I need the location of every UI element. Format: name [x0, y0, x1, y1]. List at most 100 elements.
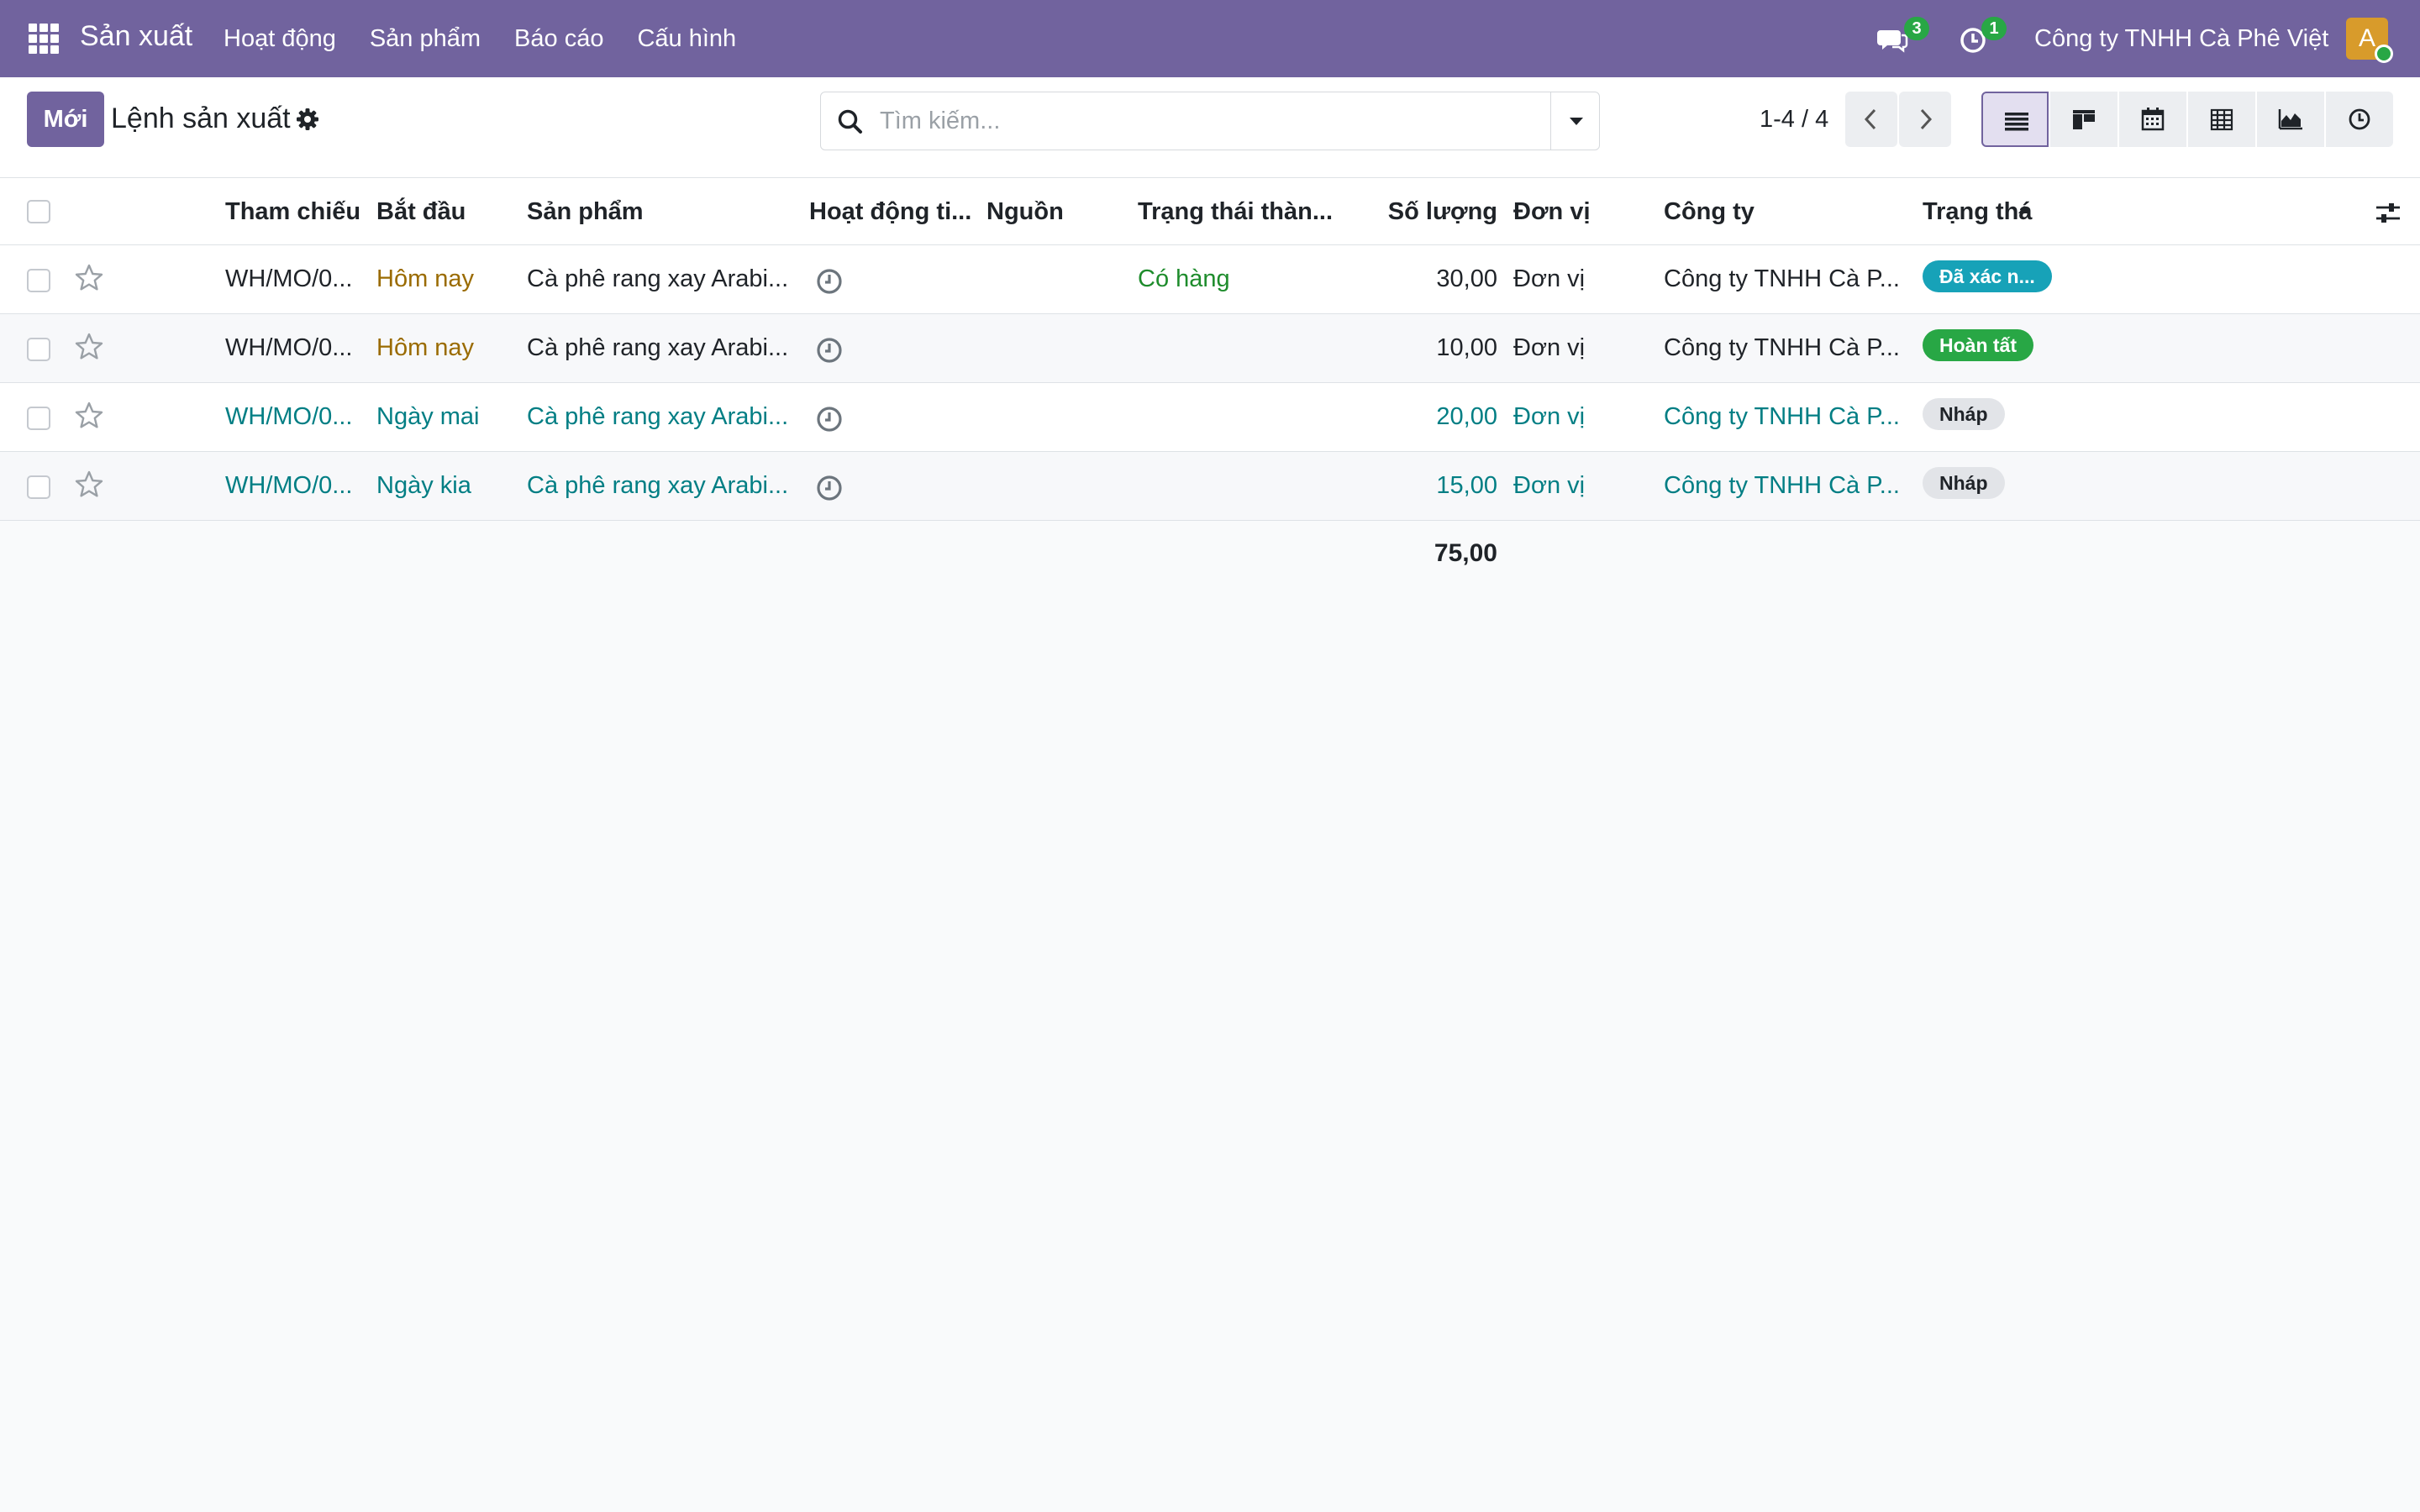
column-header-uom[interactable]: Đơn vị — [1513, 198, 1591, 226]
main-menu: Hoạt động Sản phẩm Báo cáo Cấu hình — [224, 25, 736, 53]
priority-star-icon[interactable] — [74, 263, 104, 293]
column-header-quantity[interactable]: Số lượng — [1378, 198, 1497, 226]
optional-columns-icon[interactable] — [2375, 200, 2402, 227]
table-row[interactable]: WH/MO/0... Hôm nay Cà phê rang xay Arabi… — [0, 314, 2420, 383]
sort-ascending-icon — [2018, 206, 2030, 213]
search-icon — [836, 108, 865, 136]
table-row[interactable]: WH/MO/0... Hôm nay Cà phê rang xay Arabi… — [0, 245, 2420, 314]
cell-reference: WH/MO/0... — [225, 472, 353, 499]
cell-product: Cà phê rang xay Arabi... — [527, 472, 789, 499]
table-header: Tham chiếu Bắt đầu Sản phẩm Hoạt động ti… — [0, 178, 2420, 245]
cell-uom: Đơn vị — [1513, 334, 1586, 361]
cell-product: Cà phê rang xay Arabi... — [527, 265, 789, 292]
view-switcher — [1981, 92, 2393, 147]
view-graph-button[interactable] — [2257, 92, 2324, 147]
status-badge: Hoàn tất — [1923, 329, 2033, 361]
table-footer: 75,00 — [0, 521, 2420, 588]
apps-grid-icon[interactable] — [29, 24, 59, 54]
pager-previous-button[interactable] — [1845, 92, 1897, 147]
activity-clock-icon[interactable] — [815, 405, 844, 433]
priority-star-icon[interactable] — [74, 332, 104, 362]
cell-uom: Đơn vị — [1513, 403, 1586, 430]
cell-company: Công ty TNHH Cà P... — [1664, 403, 1900, 430]
select-all-checkbox[interactable] — [27, 200, 50, 223]
column-header-component-status[interactable]: Trạng thái thàn... — [1138, 198, 1333, 226]
column-header-reference[interactable]: Tham chiếu — [225, 198, 360, 226]
column-header-state[interactable]: Trạng thá — [1923, 198, 2033, 226]
online-status-dot — [2375, 45, 2393, 63]
calendar-view-icon — [2141, 108, 2165, 131]
area-chart-icon — [2278, 109, 2302, 130]
cell-start: Hôm nay — [376, 334, 475, 361]
column-header-source[interactable]: Nguồn — [986, 198, 1064, 226]
chevron-right-icon — [1920, 108, 1933, 130]
cell-company: Công ty TNHH Cà P... — [1664, 265, 1900, 292]
activity-clock-icon[interactable] — [815, 336, 844, 365]
control-panel: Mới Lệnh sản xuất 1-4 / 4 — [0, 77, 2420, 178]
kanban-view-icon — [2073, 110, 2095, 129]
chevron-left-icon — [1864, 108, 1876, 130]
cell-quantity: 15,00 — [1436, 472, 1497, 499]
column-header-company[interactable]: Công ty — [1664, 198, 1754, 226]
clock-icon — [2349, 108, 2370, 130]
cell-company: Công ty TNHH Cà P... — [1664, 334, 1900, 361]
activity-clock-icon[interactable] — [815, 267, 844, 296]
row-checkbox[interactable] — [27, 269, 50, 292]
activity-clock-icon[interactable] — [815, 474, 844, 502]
cell-component-status: Có hàng — [1138, 265, 1230, 292]
view-calendar-button[interactable] — [2119, 92, 2186, 147]
view-kanban-button[interactable] — [2050, 92, 2118, 147]
cell-start: Ngày mai — [376, 403, 480, 430]
cell-reference: WH/MO/0... — [225, 403, 353, 430]
menu-item-reporting[interactable]: Báo cáo — [514, 25, 603, 53]
gear-icon[interactable] — [296, 108, 319, 131]
pivot-table-icon — [2210, 108, 2233, 131]
page-title[interactable]: Lệnh sản xuất — [111, 102, 291, 135]
view-list-button[interactable] — [1981, 92, 2049, 147]
cell-start: Ngày kia — [376, 472, 471, 499]
column-header-start[interactable]: Bắt đầu — [376, 198, 466, 226]
cell-reference: WH/MO/0... — [225, 334, 353, 361]
column-header-next-activity[interactable]: Hoạt động ti... — [809, 198, 971, 226]
cell-uom: Đơn vị — [1513, 265, 1586, 292]
menu-item-operations[interactable]: Hoạt động — [224, 25, 336, 53]
list-table: Tham chiếu Bắt đầu Sản phẩm Hoạt động ti… — [0, 178, 2420, 588]
row-checkbox[interactable] — [27, 338, 50, 361]
pager-next-button[interactable] — [1899, 92, 1951, 147]
status-badge: Nháp — [1923, 398, 2005, 430]
view-activity-button[interactable] — [2326, 92, 2393, 147]
cell-quantity: 20,00 — [1436, 403, 1497, 430]
search-input[interactable] — [880, 101, 1518, 141]
menu-item-configuration[interactable]: Cấu hình — [637, 25, 736, 53]
cell-start: Hôm nay — [376, 265, 475, 292]
status-badge: Đã xác n... — [1923, 260, 2052, 292]
cell-quantity: 30,00 — [1436, 265, 1497, 292]
caret-down-icon — [1570, 118, 1583, 125]
new-button[interactable]: Mới — [27, 92, 104, 147]
row-checkbox[interactable] — [27, 475, 50, 499]
top-navbar: Sản xuất Hoạt động Sản phẩm Báo cáo Cấu … — [0, 0, 2420, 77]
messages-badge: 3 — [1904, 17, 1929, 40]
cell-company: Công ty TNHH Cà P... — [1664, 472, 1900, 499]
table-row[interactable]: WH/MO/0... Ngày kia Cà phê rang xay Arab… — [0, 452, 2420, 521]
pager-value[interactable]: 1-4 / 4 — [1760, 106, 1828, 134]
search-options-toggle[interactable] — [1550, 92, 1599, 150]
cell-product: Cà phê rang xay Arabi... — [527, 334, 789, 361]
table-row[interactable]: WH/MO/0... Ngày mai Cà phê rang xay Arab… — [0, 383, 2420, 452]
total-quantity: 75,00 — [1434, 539, 1497, 567]
list-view-icon — [2005, 113, 2028, 131]
activities-badge: 1 — [1981, 17, 2007, 40]
priority-star-icon[interactable] — [74, 470, 104, 500]
cell-quantity: 10,00 — [1436, 334, 1497, 361]
cell-reference: WH/MO/0... — [225, 265, 353, 292]
app-brand[interactable]: Sản xuất — [80, 20, 192, 53]
priority-star-icon[interactable] — [74, 401, 104, 431]
search-box — [820, 92, 1600, 150]
column-header-product[interactable]: Sản phẩm — [527, 198, 644, 226]
cell-product: Cà phê rang xay Arabi... — [527, 403, 789, 430]
company-switcher[interactable]: Công ty TNHH Cà Phê Việt — [2034, 25, 2328, 53]
row-checkbox[interactable] — [27, 407, 50, 430]
view-pivot-button[interactable] — [2188, 92, 2255, 147]
cell-uom: Đơn vị — [1513, 472, 1586, 499]
menu-item-products[interactable]: Sản phẩm — [370, 25, 481, 53]
